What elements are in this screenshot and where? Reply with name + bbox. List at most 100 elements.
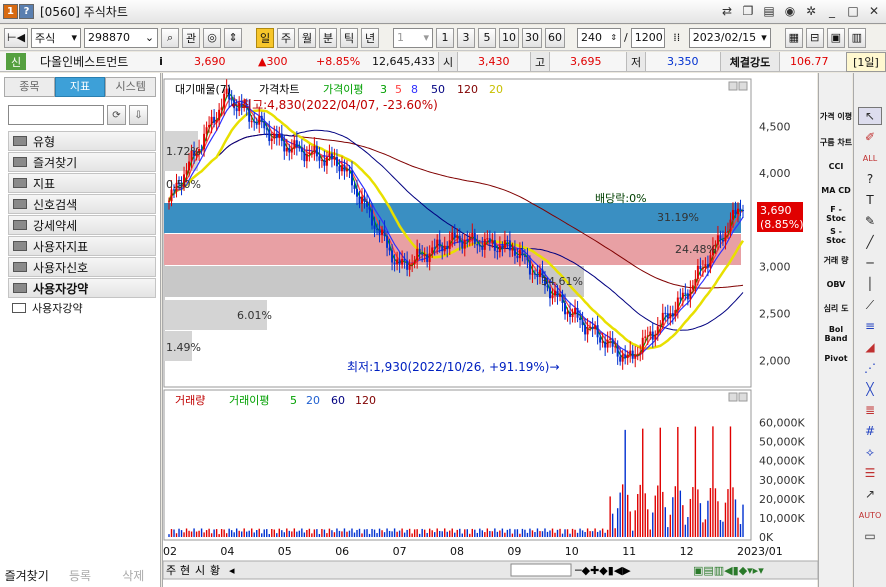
folder-item[interactable]: 지표 <box>8 173 156 193</box>
bottom-tab[interactable]: 현 <box>180 564 190 577</box>
trend-line-icon[interactable]: ⟋ <box>858 296 882 314</box>
search-icon[interactable]: ⌕ <box>161 27 180 48</box>
pane-close-icon[interactable] <box>738 392 748 402</box>
date-select[interactable]: 2023/02/15 ▾ <box>688 27 771 48</box>
indicator-sstoc-button[interactable]: S - Stoc <box>819 225 853 247</box>
indicator-obv-button[interactable]: OBV <box>819 273 853 295</box>
panel-toggle-icon[interactable]: ⊢◀ <box>4 27 29 48</box>
window-number-badge[interactable]: 1 <box>3 4 18 19</box>
indicator-ichimoku-button[interactable]: 구름 차트 <box>819 129 853 155</box>
interval-5-button[interactable]: 5 <box>478 27 497 48</box>
tab-indicators[interactable]: 지표 <box>54 77 106 97</box>
link-icon[interactable]: ⇄ <box>719 3 735 19</box>
interval-60-button[interactable]: 60 <box>545 27 566 48</box>
folder-item-open[interactable]: 사용자강약 <box>8 278 156 298</box>
interval-30-button[interactable]: 30 <box>522 27 543 48</box>
interval-1-button[interactable]: 1 <box>436 27 455 48</box>
zoom-slider[interactable] <box>510 563 572 577</box>
maximize-icon[interactable]: □ <box>845 3 861 19</box>
interval-10-button[interactable]: 10 <box>499 27 520 48</box>
interval-select[interactable]: 1 ▾ <box>393 27 434 48</box>
chart-settings-icon[interactable]: ▦ <box>784 27 803 48</box>
link-circle-icon[interactable]: ◎ <box>203 27 222 48</box>
interval-3-button[interactable]: 3 <box>457 27 476 48</box>
favorites-button[interactable]: 즐겨찾기 <box>0 567 53 584</box>
indicator-psy-button[interactable]: 심리 도 <box>819 295 853 321</box>
bottom-tab[interactable]: 황 <box>210 564 220 577</box>
indicator-volume-button[interactable]: 거래 량 <box>819 247 853 273</box>
fibonacci-icon[interactable]: ⋰ <box>858 359 882 377</box>
market-select[interactable]: 주식 ▾ <box>31 27 82 48</box>
delete-button[interactable]: 삭제 <box>107 567 160 584</box>
dots-icon[interactable]: ⁞⁞ <box>668 28 686 48</box>
settings-icon[interactable]: ✲ <box>803 3 819 19</box>
subfolder-item[interactable]: 사용자강약 <box>8 299 156 317</box>
brush-icon[interactable]: ✎ <box>858 212 882 230</box>
auto-icon[interactable]: AUTO <box>858 506 882 524</box>
help-badge[interactable]: ? <box>19 4 34 19</box>
folder-item[interactable]: 유형 <box>8 131 156 151</box>
line-icon[interactable]: ╱ <box>858 233 882 251</box>
indicator-cci-button[interactable]: CCI <box>819 155 853 177</box>
zoom-controls-icon[interactable]: ─◆✚◆▮◀▶ <box>574 564 631 577</box>
period-month-button[interactable]: 월 <box>298 27 317 48</box>
split-icon[interactable]: ⊟ <box>805 27 824 48</box>
capture-icon[interactable]: ◉ <box>782 3 798 19</box>
period-year-button[interactable]: 년 <box>361 27 380 48</box>
window-icon[interactable]: ▭ <box>858 527 882 545</box>
indicator-pivot-button[interactable]: Pivot <box>819 347 853 369</box>
folder-item[interactable]: 즐겨찾기 <box>8 152 156 172</box>
code-input[interactable]: 298870 ⌄ <box>84 27 159 48</box>
close-icon[interactable]: ✕ <box>866 3 882 19</box>
period-minute-button[interactable]: 분 <box>319 27 338 48</box>
indicator-ma-button[interactable]: 가격 이평 <box>819 103 853 129</box>
period-week-button[interactable]: 주 <box>277 27 296 48</box>
pane-close-icon[interactable] <box>738 81 748 91</box>
day-view-label[interactable]: [1일] <box>846 52 886 72</box>
gann-icon[interactable]: ◢ <box>858 338 882 356</box>
vertical-line-icon[interactable]: │ <box>858 275 882 293</box>
speed-line-icon[interactable]: ╳ <box>858 380 882 398</box>
indicator-fstoc-button[interactable]: F - Stoc <box>819 203 853 225</box>
copy-icon[interactable]: ❐ <box>740 3 756 19</box>
register-button[interactable]: 등록 <box>53 567 106 584</box>
tab-stocks[interactable]: 종목 <box>4 77 55 97</box>
price-chart-svg[interactable]: 2,0002,5003,0003,5004,0004,500 대기매물(7) 가… <box>163 73 818 587</box>
level-icon[interactable]: ☰ <box>858 464 882 482</box>
count-input[interactable]: 240 ⇕ <box>577 27 622 48</box>
bottom-tab[interactable]: 주 <box>166 564 176 577</box>
indicator-search-input[interactable] <box>8 105 104 125</box>
bottom-tab[interactable]: 시 <box>195 564 205 577</box>
indicator-macd-button[interactable]: MA CD <box>819 177 853 203</box>
eraser-icon[interactable]: ✐ <box>858 128 882 146</box>
tab-systems[interactable]: 시스템 <box>105 77 157 97</box>
channel-icon[interactable]: ≡ <box>858 317 882 335</box>
horizontal-line-icon[interactable]: ─ <box>858 254 882 272</box>
period-day-button[interactable]: 일 <box>256 27 275 48</box>
all-delete-icon[interactable]: ALL <box>858 149 882 167</box>
up-down-spinner[interactable]: ⇕ <box>224 27 243 48</box>
help-icon[interactable]: ? <box>858 170 882 188</box>
download-icon[interactable]: ⇩ <box>129 105 148 125</box>
arrow-icon[interactable]: ↗ <box>858 485 882 503</box>
pane-minimize-icon[interactable] <box>728 81 738 91</box>
cursor-icon[interactable]: ↖ <box>858 107 882 125</box>
minimize-icon[interactable]: _ <box>824 3 840 19</box>
period-tick-button[interactable]: 틱 <box>340 27 359 48</box>
folder-item[interactable]: 사용자지표 <box>8 236 156 256</box>
folder-item[interactable]: 사용자신호 <box>8 257 156 277</box>
pane-minimize-icon[interactable] <box>728 392 738 402</box>
layout-icon[interactable]: ▥ <box>847 27 866 48</box>
fan-icon[interactable]: ⟡ <box>858 443 882 461</box>
relation-button[interactable]: 관 <box>182 27 201 48</box>
retracement-icon[interactable]: ≣ <box>858 401 882 419</box>
info-icon[interactable]: i <box>154 52 168 71</box>
print-icon[interactable]: ▤ <box>761 3 777 19</box>
total-input[interactable]: 1200 <box>630 27 665 48</box>
folder-item[interactable]: 신호검색 <box>8 194 156 214</box>
scroll-left-icon[interactable]: ◂ <box>229 564 235 577</box>
folder-item[interactable]: 강세약세 <box>8 215 156 235</box>
save-icon[interactable]: ▣ <box>826 27 845 48</box>
indicator-bollinger-button[interactable]: Bol Band <box>819 321 853 347</box>
chart-area[interactable]: 2,0002,5003,0003,5004,0004,500 대기매물(7) 가… <box>162 73 818 587</box>
